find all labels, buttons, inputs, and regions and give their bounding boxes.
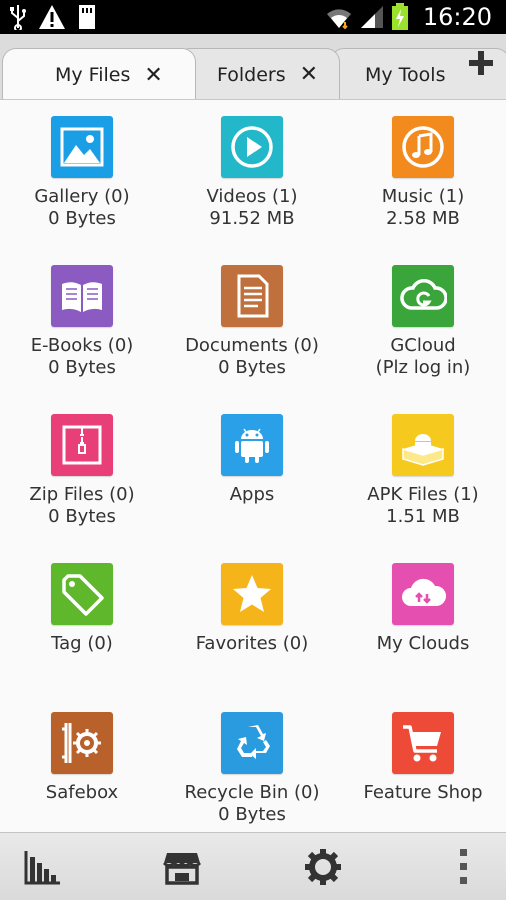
status-bar: 16:20 bbox=[0, 0, 506, 34]
tab-folders[interactable]: Folders ✕ bbox=[176, 48, 340, 99]
store-button[interactable] bbox=[162, 847, 202, 887]
item-name: Zip Files (0) bbox=[29, 484, 135, 505]
add-tab-icon[interactable] bbox=[466, 48, 496, 78]
item-name: Recycle Bin (0) bbox=[184, 782, 320, 803]
safe-icon bbox=[51, 712, 113, 774]
category-favorites[interactable]: Favorites (0) bbox=[167, 563, 337, 655]
item-name: Favorites (0) bbox=[195, 633, 309, 654]
category-documents[interactable]: Documents (0) 0 Bytes bbox=[167, 265, 337, 379]
tab-label: My Tools bbox=[365, 63, 446, 86]
overflow-menu-button[interactable] bbox=[444, 847, 484, 887]
tab-my-files[interactable]: My Files ✕ bbox=[2, 48, 196, 99]
music-note-icon bbox=[392, 116, 454, 178]
status-time: 16:20 bbox=[422, 3, 492, 31]
apk-box-icon bbox=[392, 414, 454, 476]
category-gcloud[interactable]: GCloud (Plz log in) bbox=[338, 265, 506, 379]
category-ebooks[interactable]: E-Books (0) 0 Bytes bbox=[0, 265, 167, 379]
item-size: 0 Bytes bbox=[48, 208, 116, 229]
tab-strip: My Tools Folders ✕ My Files ✕ bbox=[0, 34, 506, 100]
book-icon bbox=[51, 265, 113, 327]
close-icon[interactable]: ✕ bbox=[300, 62, 318, 87]
gcloud-icon bbox=[392, 265, 454, 327]
item-name: Tag (0) bbox=[51, 633, 113, 654]
storage-analysis-button[interactable] bbox=[22, 847, 62, 887]
warning-icon bbox=[39, 5, 65, 29]
gallery-icon bbox=[51, 116, 113, 178]
item-name: Videos (1) bbox=[206, 186, 298, 207]
item-size: 2.58 MB bbox=[386, 208, 460, 229]
item-size: 0 Bytes bbox=[218, 357, 286, 378]
category-safebox[interactable]: Safebox bbox=[0, 712, 167, 804]
item-name: GCloud bbox=[390, 335, 456, 356]
item-size: 0 Bytes bbox=[218, 804, 286, 825]
category-apk[interactable]: APK Files (1) 1.51 MB bbox=[338, 414, 506, 528]
storage-analysis-icon bbox=[24, 851, 60, 885]
item-name: Gallery (0) bbox=[34, 186, 130, 207]
cloud-sync-icon bbox=[392, 563, 454, 625]
category-music[interactable]: Music (1) 2.58 MB bbox=[338, 116, 506, 230]
file-category-grid: Gallery (0) 0 Bytes Videos (1) 91.52 MB … bbox=[0, 100, 506, 832]
tag-icon bbox=[51, 563, 113, 625]
item-name: My Clouds bbox=[376, 633, 470, 654]
usb-icon bbox=[10, 5, 26, 30]
category-apps[interactable]: Apps bbox=[167, 414, 337, 506]
battery-charging-icon bbox=[391, 3, 408, 30]
sd-card-icon bbox=[79, 5, 95, 29]
signal-icon bbox=[360, 6, 383, 28]
category-videos[interactable]: Videos (1) 91.52 MB bbox=[167, 116, 337, 230]
recycle-icon bbox=[221, 712, 283, 774]
item-size: (Plz log in) bbox=[375, 357, 471, 378]
item-size: 0 Bytes bbox=[48, 357, 116, 378]
wifi-icon bbox=[326, 9, 351, 30]
zip-icon bbox=[51, 414, 113, 476]
item-name: Apps bbox=[229, 484, 275, 505]
overflow-menu-icon bbox=[460, 849, 467, 884]
video-play-icon bbox=[221, 116, 283, 178]
category-recycle-bin[interactable]: Recycle Bin (0) 0 Bytes bbox=[167, 712, 337, 826]
category-gallery[interactable]: Gallery (0) 0 Bytes bbox=[0, 116, 167, 230]
star-icon bbox=[221, 563, 283, 625]
close-icon[interactable]: ✕ bbox=[144, 63, 162, 88]
item-name: Documents (0) bbox=[185, 335, 319, 356]
settings-button[interactable] bbox=[303, 847, 343, 887]
category-feature-shop[interactable]: Feature Shop bbox=[338, 712, 506, 804]
category-zip[interactable]: Zip Files (0) 0 Bytes bbox=[0, 414, 167, 528]
category-my-clouds[interactable]: My Clouds bbox=[338, 563, 506, 655]
item-name: APK Files (1) bbox=[367, 484, 479, 505]
item-name: Feature Shop bbox=[363, 782, 483, 803]
settings-gear-icon bbox=[305, 849, 341, 885]
item-size: 1.51 MB bbox=[386, 506, 460, 527]
item-size: 0 Bytes bbox=[48, 506, 116, 527]
item-name: Safebox bbox=[45, 782, 119, 803]
tab-label: My Files bbox=[55, 64, 131, 86]
bottom-action-bar bbox=[0, 832, 506, 900]
android-icon bbox=[221, 414, 283, 476]
item-size: 91.52 MB bbox=[209, 208, 295, 229]
document-icon bbox=[221, 265, 283, 327]
item-name: E-Books (0) bbox=[30, 335, 134, 356]
shopping-cart-icon bbox=[392, 712, 454, 774]
tab-label: Folders bbox=[217, 63, 286, 86]
category-tag[interactable]: Tag (0) bbox=[0, 563, 167, 655]
item-name: Music (1) bbox=[381, 186, 465, 207]
store-icon bbox=[162, 853, 202, 885]
